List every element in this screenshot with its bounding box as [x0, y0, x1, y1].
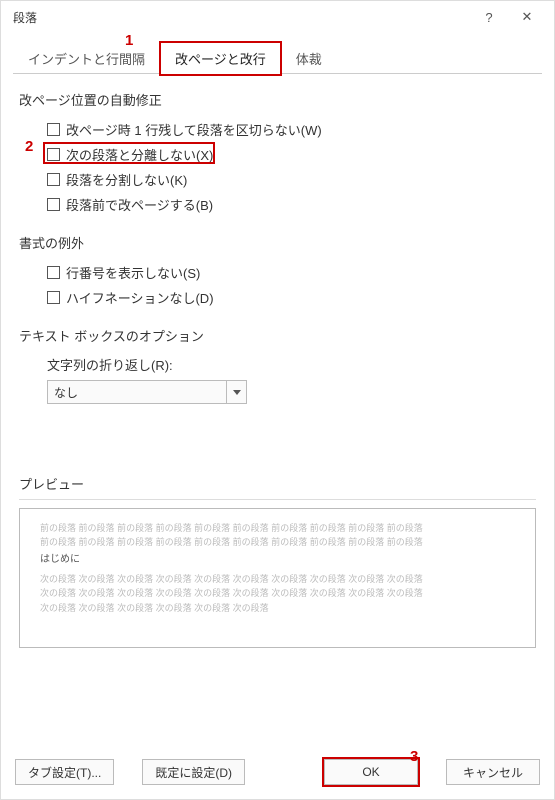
wrap-label: 文字列の折り返し(R):: [19, 353, 536, 380]
dialog-buttons: タブ設定(T)... 既定に設定(D) OK キャンセル: [1, 747, 554, 799]
section-formatting-title: 書式の例外: [19, 233, 536, 252]
opt-keep-with-next[interactable]: 次の段落と分離しない(X): [19, 142, 536, 167]
opt-label: 改ページ時 1 行残して段落を区切らない(W): [66, 120, 322, 139]
preview-prev-lines: 前の段落 前の段落 前の段落 前の段落 前の段落 前の段落 前の段落 前の段落 …: [40, 521, 515, 550]
opt-keep-lines-together[interactable]: 段落を分割しない(K): [19, 167, 536, 192]
opt-suppress-line-numbers[interactable]: 行番号を表示しない(S): [19, 260, 536, 285]
opt-label: ハイフネーションなし(D): [66, 288, 214, 307]
checkbox-icon[interactable]: [47, 291, 60, 304]
tab-line-page-breaks[interactable]: 改ページと改行: [160, 42, 281, 74]
tab-strip: インデントと行間隔 改ページと改行 体裁: [1, 33, 554, 73]
opt-widow-orphan[interactable]: 改ページ時 1 行残して段落を区切らない(W): [19, 117, 536, 142]
preview-sample: はじめに: [40, 552, 515, 568]
tab-content: 改ページ位置の自動修正 改ページ時 1 行残して段落を区切らない(W) 次の段落…: [1, 74, 554, 747]
help-icon[interactable]: ?: [470, 10, 508, 25]
tab-settings-button[interactable]: タブ設定(T)...: [15, 759, 114, 785]
opt-label: 次の段落と分離しない(X): [66, 145, 213, 164]
preview-next-lines: 次の段落 次の段落 次の段落 次の段落 次の段落 次の段落 次の段落 次の段落 …: [40, 572, 515, 615]
opt-label: 段落を分割しない(K): [66, 170, 187, 189]
checkbox-icon[interactable]: [47, 148, 60, 161]
cancel-button[interactable]: キャンセル: [446, 759, 540, 785]
wrap-value: なし: [54, 384, 78, 401]
chevron-down-icon[interactable]: [226, 381, 246, 403]
opt-page-break-before[interactable]: 段落前で改ページする(B): [19, 192, 536, 217]
dialog-title: 段落: [13, 9, 470, 26]
opt-label: 行番号を表示しない(S): [66, 263, 200, 282]
paragraph-dialog: 段落 ? ✕ インデントと行間隔 改ページと改行 体裁 改ページ位置の自動修正 …: [0, 0, 555, 800]
checkbox-icon[interactable]: [47, 266, 60, 279]
opt-label: 段落前で改ページする(B): [66, 195, 213, 214]
wrap-select[interactable]: なし: [47, 380, 247, 404]
section-textbox-options: テキスト ボックスのオプション 文字列の折り返し(R): なし: [19, 320, 536, 404]
checkbox-icon[interactable]: [47, 123, 60, 136]
preview-box: 前の段落 前の段落 前の段落 前の段落 前の段落 前の段落 前の段落 前の段落 …: [19, 508, 536, 648]
close-icon[interactable]: ✕: [508, 9, 546, 25]
section-pagination-title: 改ページ位置の自動修正: [19, 90, 536, 109]
tab-indent-spacing[interactable]: インデントと行間隔: [13, 42, 160, 74]
tab-asian-typography[interactable]: 体裁: [281, 42, 337, 74]
section-textbox-title: テキスト ボックスのオプション: [19, 326, 536, 345]
section-formatting: 書式の例外 行番号を表示しない(S) ハイフネーションなし(D): [19, 227, 536, 310]
preview-title: プレビュー: [19, 474, 536, 493]
set-default-button[interactable]: 既定に設定(D): [142, 759, 245, 785]
divider: [19, 499, 536, 500]
checkbox-icon[interactable]: [47, 173, 60, 186]
titlebar: 段落 ? ✕: [1, 1, 554, 33]
checkbox-icon[interactable]: [47, 198, 60, 211]
opt-no-hyphenation[interactable]: ハイフネーションなし(D): [19, 285, 536, 310]
ok-button[interactable]: OK: [324, 759, 418, 785]
